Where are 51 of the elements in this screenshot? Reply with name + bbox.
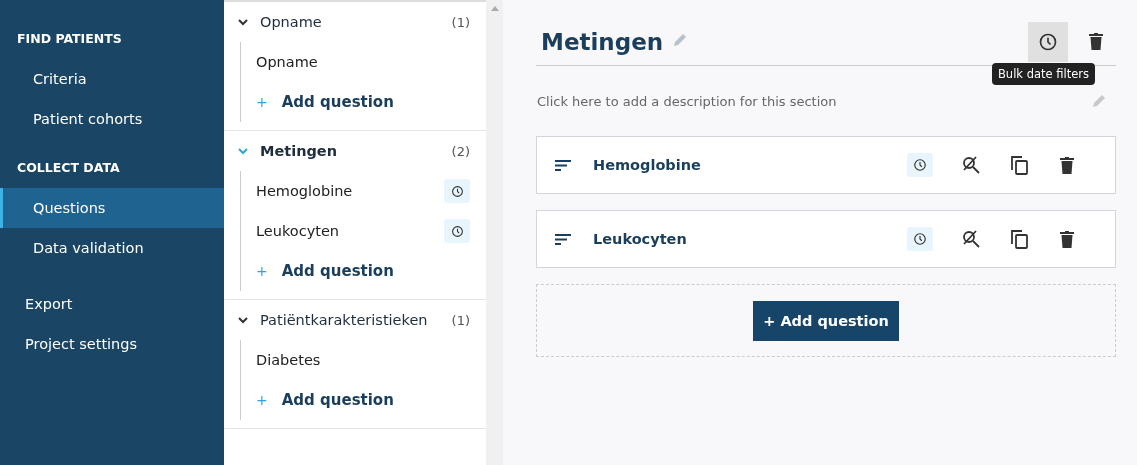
clock-icon (913, 158, 927, 172)
nav-item[interactable]: Questions (0, 188, 224, 228)
sort-lines-icon (555, 159, 571, 171)
search-off-icon (962, 156, 980, 174)
plus-icon: + (256, 392, 268, 408)
section-heading: Metingen (541, 28, 664, 55)
question-count: (1) (451, 14, 470, 30)
nav-heading: FIND PATIENTS (16, 30, 123, 48)
question-item[interactable]: Leukocyten (256, 223, 340, 239)
question-card[interactable]: Hemoglobine (536, 136, 1116, 194)
clock-icon (450, 184, 464, 198)
chevron-down-icon[interactable] (238, 18, 248, 26)
clock-icon (1038, 31, 1058, 52)
question-item[interactable]: Hemoglobine (256, 183, 353, 199)
search-off-icon (962, 230, 980, 248)
trash-icon (1060, 230, 1074, 248)
question-item[interactable]: Diabetes (256, 352, 321, 368)
chevron-down-icon[interactable] (238, 316, 248, 324)
description-placeholder[interactable]: Click here to add a description for this section (537, 93, 837, 109)
plus-icon: + (256, 263, 268, 279)
nav-item[interactable]: Export (0, 284, 224, 324)
question-card[interactable]: Leukocyten (536, 210, 1116, 268)
add-question-link[interactable]: Add question (281, 391, 394, 409)
date-filter-badge[interactable] (907, 227, 933, 251)
clock-icon (913, 232, 927, 246)
section-title[interactable]: Opname (260, 14, 440, 30)
add-question-button[interactable]: + Add question (753, 300, 899, 341)
copy-icon (1010, 155, 1028, 175)
plus-icon: + (256, 94, 268, 110)
nav-item[interactable]: Patient cohorts (0, 99, 224, 139)
section-title[interactable]: Patiëntkarakteristieken (260, 312, 440, 328)
nav-item[interactable]: Criteria (0, 59, 224, 99)
question-title: Hemoglobine (593, 157, 702, 173)
tooltip: Bulk date filters (991, 63, 1095, 85)
sort-lines-icon (555, 233, 571, 245)
question-count: (2) (451, 143, 470, 159)
trash-icon (1060, 156, 1074, 174)
add-question-link[interactable]: Add question (281, 93, 394, 111)
question-item[interactable]: Opname (256, 54, 318, 70)
add-question-link[interactable]: Add question (281, 262, 394, 280)
nav-item[interactable]: Data validation (0, 228, 224, 268)
copy-icon (1010, 229, 1028, 249)
section-title[interactable]: Metingen (260, 143, 440, 159)
trash-icon (1089, 33, 1103, 50)
date-filter-badge[interactable] (907, 153, 933, 177)
nav-heading: COLLECT DATA (16, 159, 121, 177)
nav-item[interactable]: Project settings (0, 324, 224, 364)
bulk-date-filter-button[interactable] (1028, 21, 1068, 62)
question-title: Leukocyten (593, 231, 688, 247)
clock-icon (450, 224, 464, 238)
question-count: (1) (451, 312, 470, 328)
